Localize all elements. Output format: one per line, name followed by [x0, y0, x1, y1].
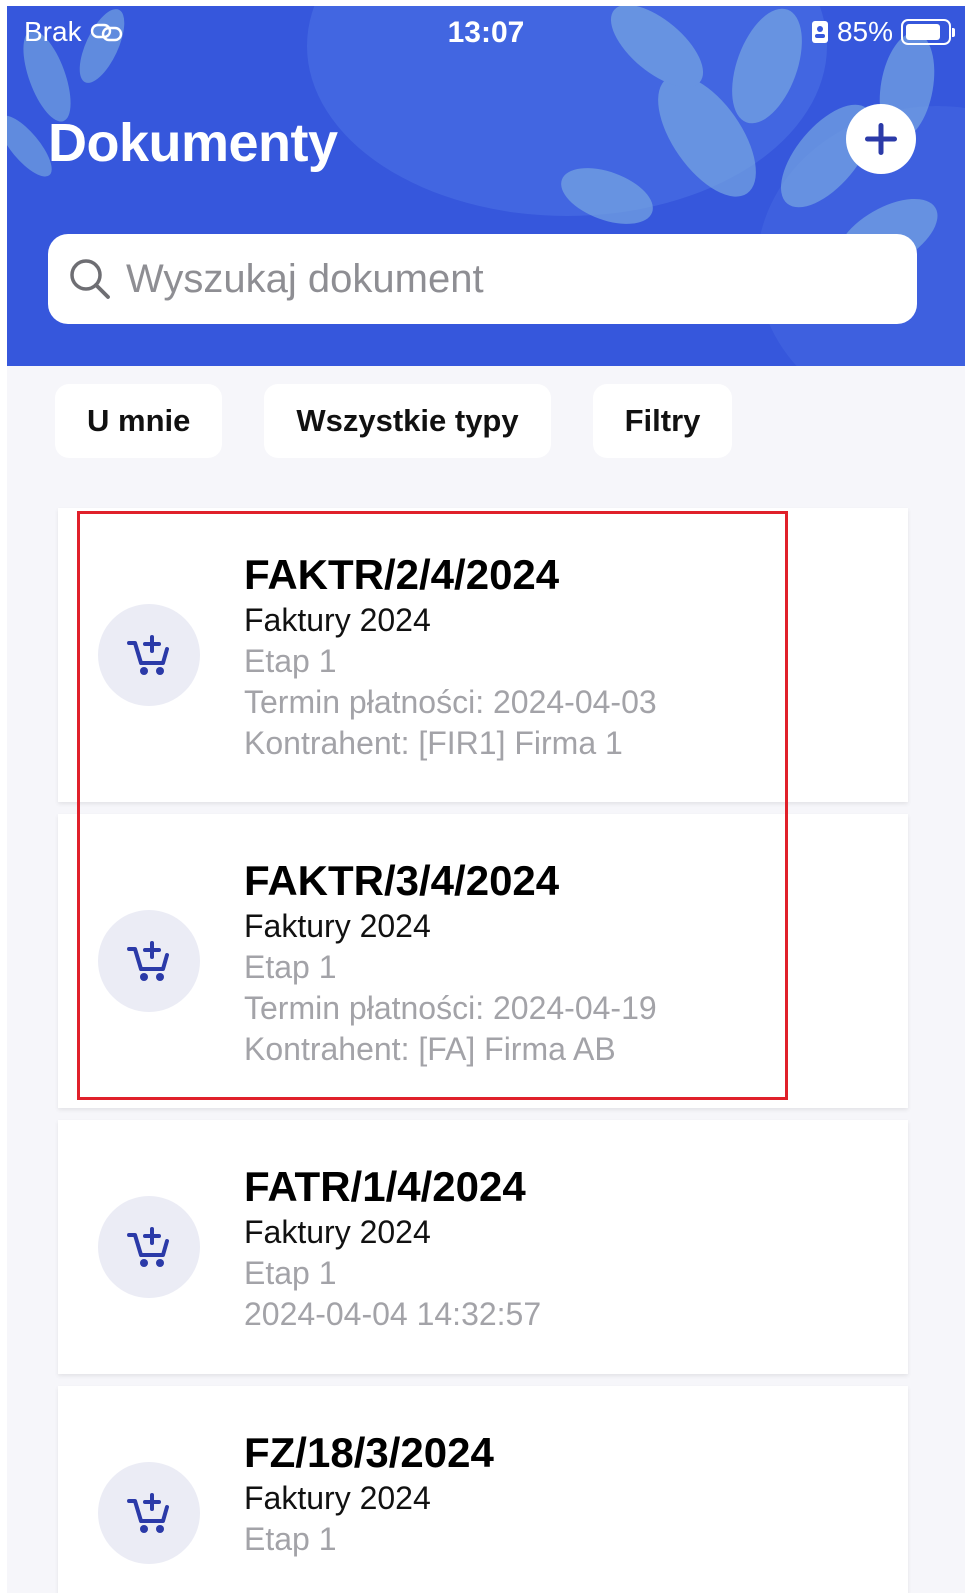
- add-document-button[interactable]: [846, 104, 916, 174]
- battery-fill: [906, 24, 940, 40]
- document-type: Faktury 2024: [244, 1214, 431, 1250]
- filter-chip-filters[interactable]: Filtry: [592, 384, 733, 458]
- document-number: FAKTR/3/4/2024: [244, 857, 560, 904]
- document-stage: Etap 1: [244, 643, 337, 679]
- document-contractor: Kontrahent: [FA] Firma AB: [244, 1031, 616, 1067]
- status-bar: Brak 13:07 85%: [7, 6, 965, 62]
- document-number: FATR/1/4/2024: [244, 1163, 526, 1210]
- filter-chips: U mnie Wszystkie typy Filtry: [55, 384, 733, 458]
- document-card[interactable]: FATR/1/4/2024 Faktury 2024 Etap 1 2024-0…: [58, 1120, 908, 1374]
- document-icon-badge: [98, 1462, 200, 1564]
- header: Brak 13:07 85% Dokumenty Wyszukaj dokume…: [7, 6, 965, 366]
- search-input[interactable]: Wyszukaj dokument: [48, 234, 917, 324]
- id-badge-icon: [811, 21, 828, 43]
- document-stage: Etap 1: [244, 1521, 337, 1557]
- document-card[interactable]: FAKTR/3/4/2024 Faktury 2024 Etap 1 Termi…: [58, 814, 908, 1108]
- cart-add-icon: [127, 635, 169, 675]
- document-text: FAKTR/3/4/2024 Faktury 2024 Etap 1 Termi…: [244, 856, 657, 1070]
- cart-add-icon: [127, 1493, 169, 1533]
- document-type: Faktury 2024: [244, 602, 431, 638]
- filter-chip-all-types[interactable]: Wszystkie typy: [264, 384, 551, 458]
- document-contractor: Kontrahent: [FIR1] Firma 1: [244, 725, 623, 761]
- search-placeholder: Wyszukaj dokument: [126, 256, 484, 301]
- document-due-date: Termin płatności: 2024-04-03: [244, 684, 657, 720]
- document-icon-badge: [98, 1196, 200, 1298]
- document-card[interactable]: FAKTR/2/4/2024 Faktury 2024 Etap 1 Termi…: [58, 508, 908, 802]
- document-date: 2024-04-04 14:32:57: [244, 1296, 542, 1332]
- page-title: Dokumenty: [48, 113, 338, 173]
- battery-icon: [901, 19, 955, 45]
- app-screen: Brak 13:07 85% Dokumenty Wyszukaj dokume…: [7, 6, 965, 1593]
- status-right: 85%: [811, 16, 955, 48]
- document-due-date: Termin płatności: 2024-04-19: [244, 990, 657, 1026]
- document-text: FATR/1/4/2024 Faktury 2024 Etap 1 2024-0…: [244, 1162, 541, 1335]
- document-type: Faktury 2024: [244, 908, 431, 944]
- document-number: FAKTR/2/4/2024: [244, 551, 560, 598]
- document-text: FAKTR/2/4/2024 Faktury 2024 Etap 1 Termi…: [244, 550, 657, 764]
- cart-add-icon: [127, 941, 169, 981]
- document-type: Faktury 2024: [244, 1480, 431, 1516]
- document-number: FZ/18/3/2024: [244, 1429, 494, 1476]
- plus-icon: [865, 123, 897, 155]
- cart-add-icon: [127, 1227, 169, 1267]
- filter-chip-u-mnie[interactable]: U mnie: [55, 384, 223, 458]
- document-icon-badge: [98, 910, 200, 1012]
- document-stage: Etap 1: [244, 949, 337, 985]
- document-text: FZ/18/3/2024 Faktury 2024 Etap 1: [244, 1428, 494, 1560]
- battery-percent: 85%: [836, 16, 893, 47]
- search-icon: [70, 259, 110, 299]
- document-card[interactable]: FZ/18/3/2024 Faktury 2024 Etap 1: [58, 1386, 908, 1593]
- document-stage: Etap 1: [244, 1255, 337, 1291]
- document-icon-badge: [98, 604, 200, 706]
